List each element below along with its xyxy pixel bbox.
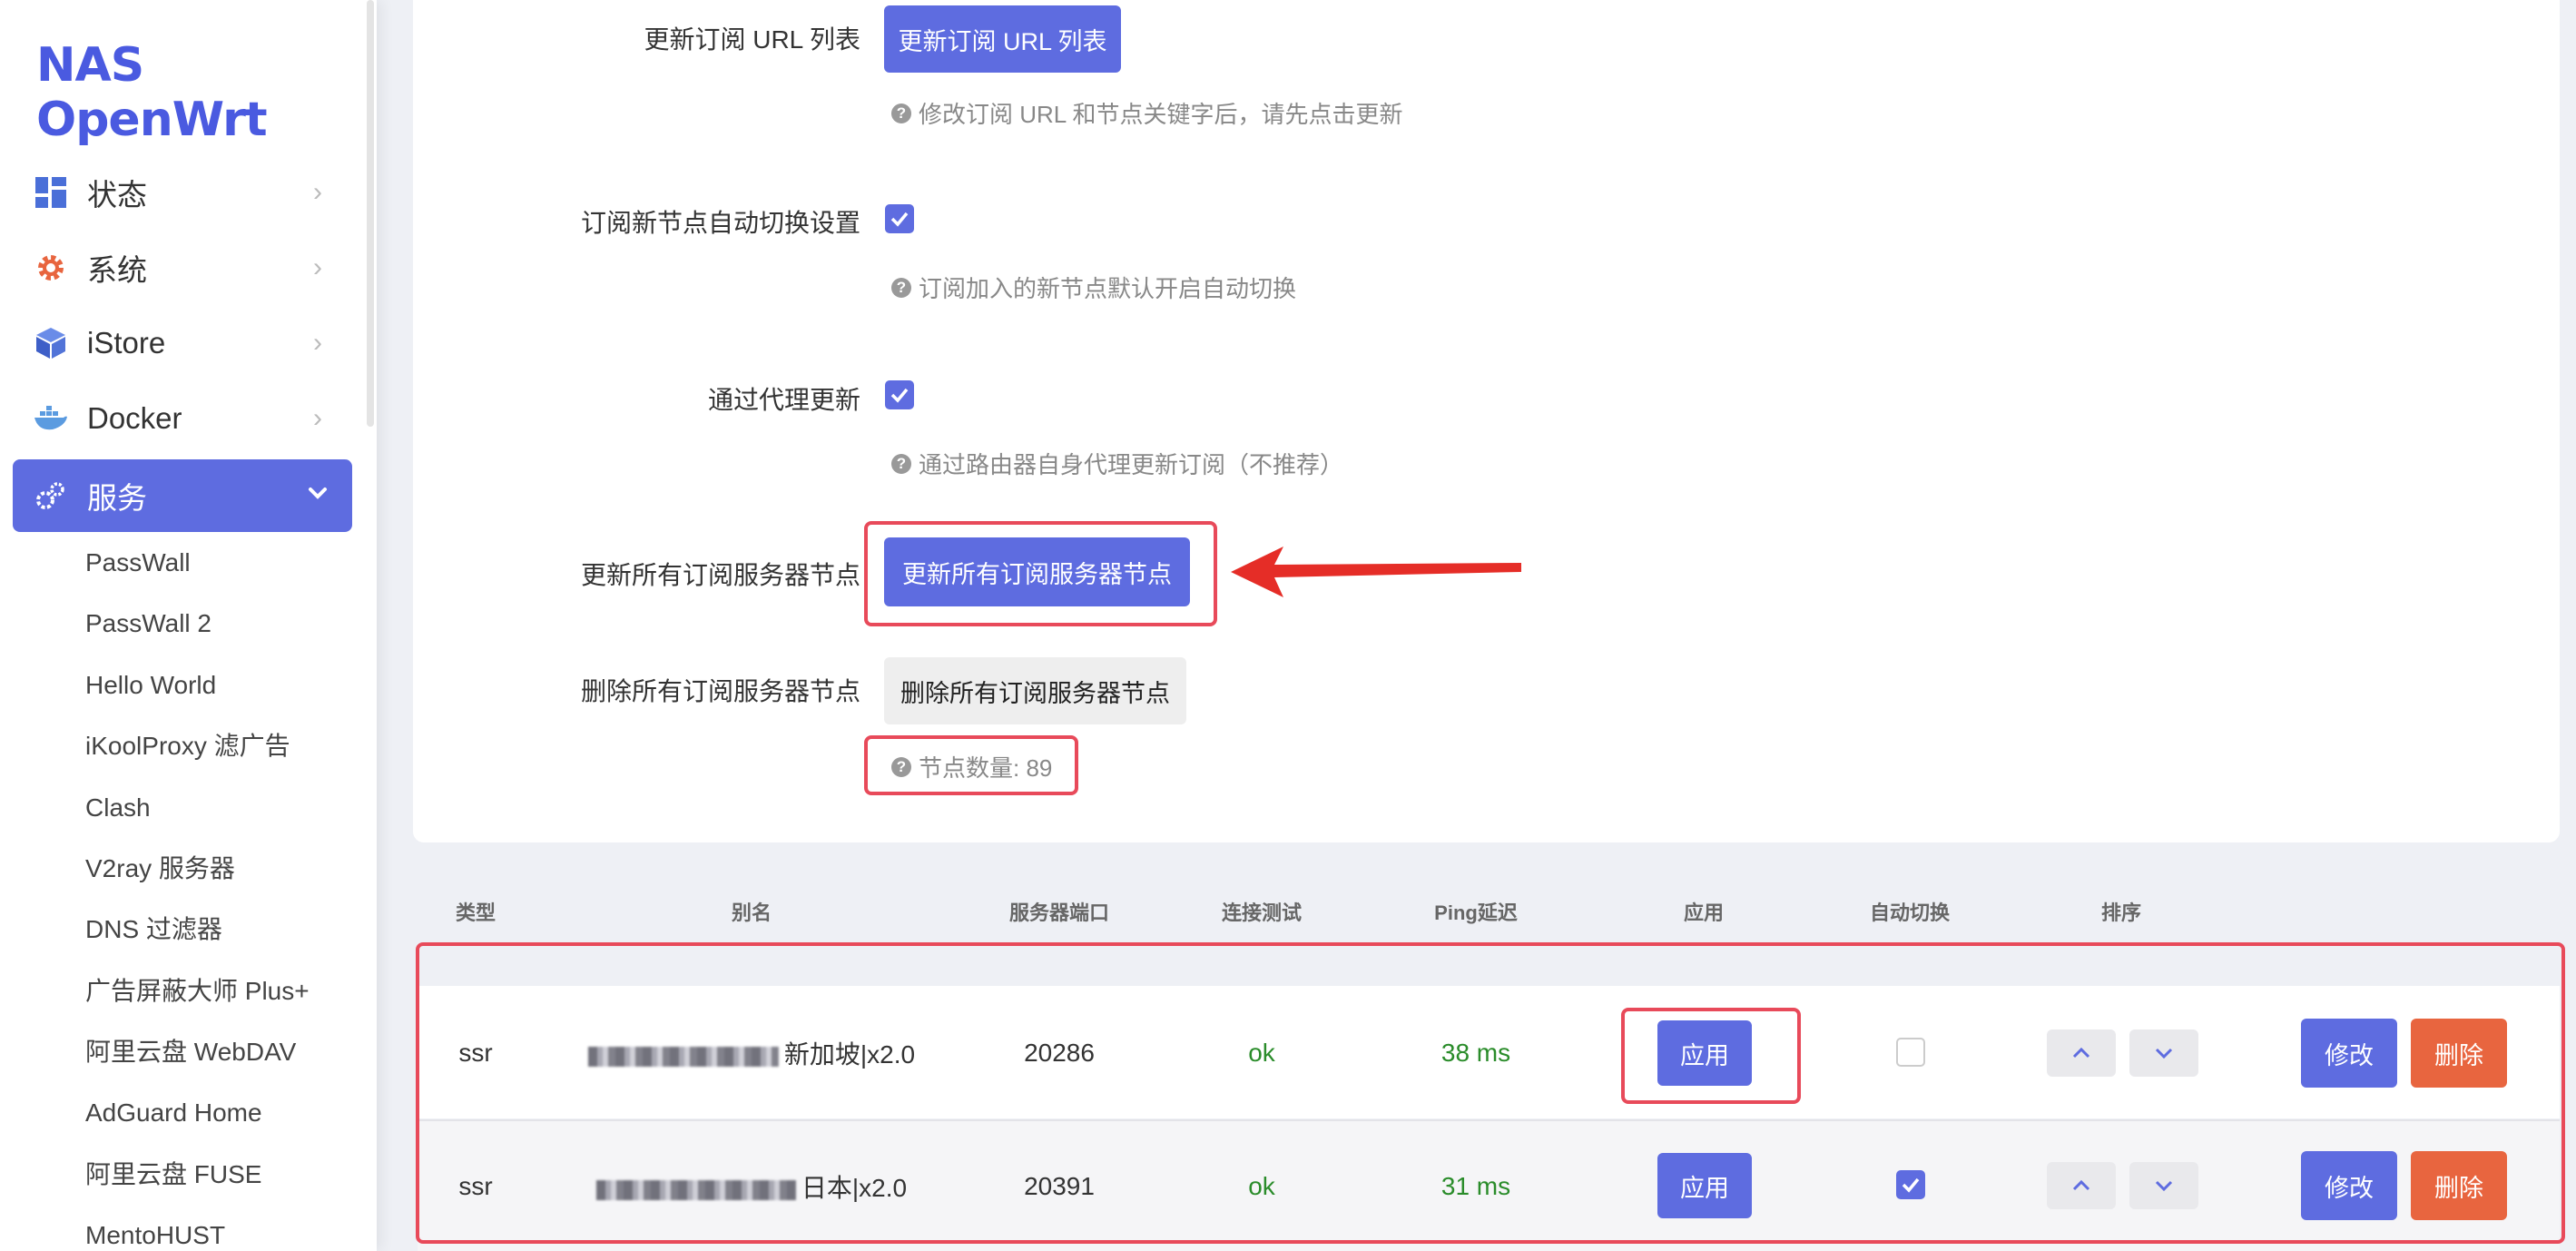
question-icon: ? — [891, 277, 911, 298]
menu-item-status[interactable]: 状态 › — [13, 156, 352, 229]
menu-item-docker[interactable]: Docker › — [13, 382, 352, 455]
col-header-auto-switch: 自动切换 — [1869, 901, 1951, 924]
submenu-item-mentohust[interactable]: MentoHUST — [85, 1217, 225, 1251]
menu-label: Docker — [87, 401, 182, 435]
col-header-test: 连接测试 — [1221, 901, 1303, 924]
col-header-ping: Ping延迟 — [1434, 901, 1518, 924]
submenu-item-v2ray[interactable]: V2ray 服务器 — [85, 851, 235, 887]
col-header-sort: 排序 — [2100, 901, 2142, 924]
auto-switch-new-label: 订阅新节点自动切换设置 — [580, 209, 860, 237]
chevron-right-icon: › — [313, 403, 322, 433]
question-icon: ? — [891, 103, 911, 123]
submenu-item-clash[interactable]: Clash — [85, 790, 151, 826]
highlight-box — [864, 521, 1217, 626]
menu-label: iStore — [87, 326, 166, 360]
chevron-right-icon: › — [313, 177, 322, 207]
delete-all-nodes-button[interactable]: 删除所有订阅服务器节点 — [884, 657, 1186, 724]
red-arrow-annotation — [1231, 547, 1521, 597]
submenu-item-ad-block[interactable]: 广告屏蔽大师 Plus+ — [85, 973, 310, 1010]
question-icon: ? — [891, 453, 911, 474]
proxy-update-checkbox[interactable] — [885, 380, 914, 409]
submenu-item-passwall2[interactable]: PassWall 2 — [85, 606, 211, 642]
chevron-down-icon — [303, 481, 332, 510]
menu-item-system[interactable]: 系统 › — [13, 231, 352, 304]
menu-item-services[interactable]: 服务 — [13, 459, 352, 532]
hint-text: 订阅加入的新节点默认开启自动切换 — [919, 275, 1297, 302]
submenu-item-ikoolproxy[interactable]: iKoolProxy 滤广告 — [85, 728, 290, 764]
col-header-apply: 应用 — [1683, 901, 1725, 924]
checkmark-icon — [890, 212, 909, 227]
checkmark-icon — [890, 388, 909, 403]
docker-whale-icon — [34, 402, 67, 435]
proxy-update-label: 通过代理更新 — [707, 386, 860, 414]
menu-item-istore[interactable]: iStore › — [13, 307, 352, 379]
highlight-box — [416, 942, 2565, 1244]
menu-label: 系统 — [87, 253, 147, 287]
hint-text: 修改订阅 URL 和节点关键字后，请先点击更新 — [919, 101, 1403, 128]
cube-icon — [34, 327, 67, 360]
submenu-item-passwall[interactable]: PassWall — [85, 545, 191, 581]
hint-text: 通过路由器自身代理更新订阅（不推荐） — [919, 451, 1344, 478]
menu-label: 状态 — [87, 178, 147, 212]
brand-logo[interactable]: NAS OpenWrt — [36, 38, 377, 147]
dashboard-icon — [34, 176, 67, 209]
auto-switch-new-hint: ? 订阅加入的新节点默认开启自动切换 — [891, 271, 1296, 304]
submenu-item-adguard-home[interactable]: AdGuard Home — [85, 1095, 262, 1131]
highlight-box — [864, 735, 1078, 795]
submenu-item-aliyun-fuse[interactable]: 阿里云盘 FUSE — [85, 1157, 261, 1193]
submenu-item-dns-filter[interactable]: DNS 过滤器 — [85, 911, 222, 948]
proxy-update-hint: ? 通过路由器自身代理更新订阅（不推荐） — [891, 447, 1343, 480]
submenu-item-aliyun-webdav[interactable]: 阿里云盘 WebDAV — [85, 1034, 296, 1070]
menu-label: 服务 — [87, 481, 147, 515]
chevron-right-icon: › — [313, 252, 322, 282]
col-header-port: 服务器端口 — [1008, 901, 1110, 924]
col-header-type: 类型 — [455, 901, 497, 924]
submenu-item-hello-world[interactable]: Hello World — [85, 667, 216, 704]
update-all-label: 更新所有订阅服务器节点 — [580, 561, 860, 589]
settings-labels: 更新订阅 URL 列表 订阅新节点自动切换设置 通过代理更新 更新所有订阅服务器… — [413, 0, 860, 817]
sidebar-scrollbar[interactable] — [367, 0, 374, 427]
gear-icon — [34, 251, 67, 284]
col-header-alias: 别名 — [731, 901, 772, 924]
delete-all-label: 删除所有订阅服务器节点 — [580, 677, 860, 705]
auto-switch-new-checkbox[interactable] — [885, 204, 914, 233]
update-url-list-hint: ? 修改订阅 URL 和节点关键字后，请先点击更新 — [891, 96, 1403, 130]
chevron-right-icon: › — [313, 328, 322, 358]
update-url-list-label: 更新订阅 URL 列表 — [644, 25, 860, 54]
sidebar: NAS OpenWrt 状态 › 系统 › iStore › Docker › … — [0, 0, 377, 1251]
services-gears-icon — [34, 479, 67, 512]
update-url-list-button[interactable]: 更新订阅 URL 列表 — [884, 5, 1121, 73]
